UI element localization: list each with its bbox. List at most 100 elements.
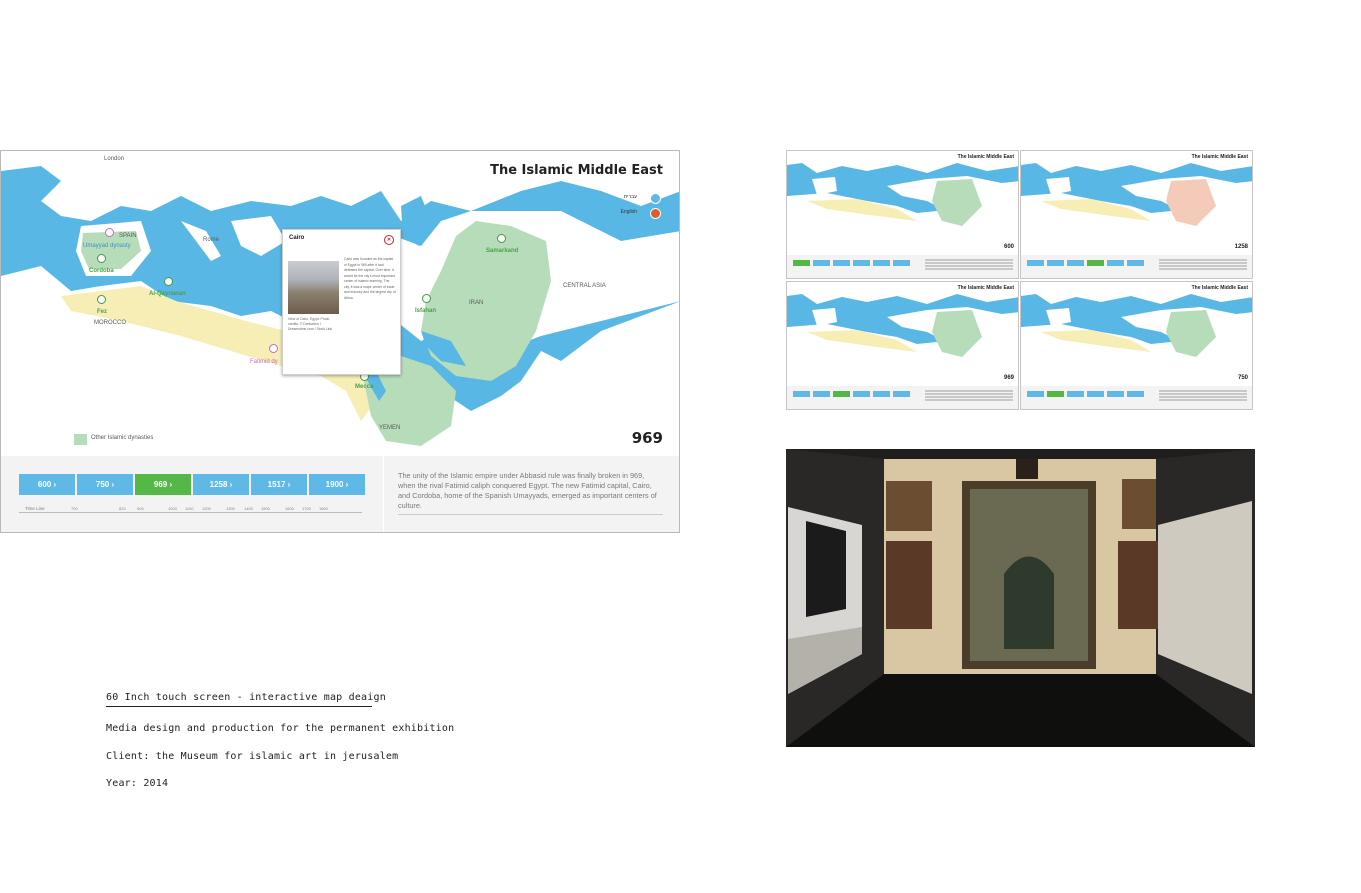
thumbnail-description-line [925, 399, 1013, 401]
thumbnail-description-line [925, 390, 1013, 392]
thumbnail-year-button [1027, 260, 1044, 266]
year-button-969[interactable]: 969 › [135, 474, 191, 495]
thumbnail-description-line [1159, 259, 1247, 261]
thumbnail-description-line [1159, 390, 1247, 392]
thumbnail-description-line [1159, 262, 1247, 264]
panel-divider [383, 456, 384, 532]
timeline-tick: 1200 [202, 506, 211, 511]
thumbnail-year-button [1047, 260, 1064, 266]
pin-fatimid-icon[interactable] [269, 344, 278, 353]
label-cordoba: Cordoba [89, 268, 114, 274]
thumbnail-year-button [1107, 260, 1124, 266]
thumbnail-title: The Islamic Middle East [957, 154, 1014, 160]
year-button-600[interactable]: 600 › [19, 474, 75, 495]
map-thumbnail[interactable]: The Islamic Middle East 750 [1020, 281, 1253, 410]
timeline-tick: 1700 [302, 506, 311, 511]
label-central-asia: CENTRAL ASIA [563, 283, 606, 289]
pin-umayyad-icon[interactable] [105, 228, 114, 237]
thumbnail-description-line [1159, 265, 1247, 267]
legend-item-english[interactable]: English [621, 209, 637, 215]
legend-other-dynasties: Other Islamic dynasties [91, 435, 154, 441]
caption-heading: 60 Inch touch screen - interactive map d… [106, 692, 386, 703]
label-umayyad: Umayyad dynasty [83, 243, 131, 249]
thumbnail-year-button [1127, 260, 1144, 266]
label-al-qayrawan: Al-Qayrawan [149, 291, 186, 297]
timeline-tick: 820 [119, 506, 126, 511]
thumbnail-description-line [925, 259, 1013, 261]
timeline-tick: 1600 [285, 506, 294, 511]
year-button-1258[interactable]: 1258 › [193, 474, 249, 495]
thumbnail-timeline [787, 386, 1018, 409]
close-icon[interactable]: ✕ [384, 235, 394, 245]
map-thumbnail[interactable]: The Islamic Middle East 969 [786, 281, 1019, 410]
thumbnail-year-button [833, 260, 850, 266]
thumbnail-description-line [925, 396, 1013, 398]
map-canvas[interactable]: The Islamic Middle East עברית English Lo… [1, 151, 679, 456]
map-thumbnail[interactable]: The Islamic Middle East 600 [786, 150, 1019, 279]
thumbnail-description-line [925, 265, 1013, 267]
thumbnail-description-line [925, 393, 1013, 395]
thumbnail-year-button [1067, 391, 1084, 397]
label-iran: IRAN [469, 300, 484, 306]
thumbnail-year-button [873, 260, 890, 266]
thumbnail-year-button [793, 391, 810, 397]
thumbnail-timeline [1021, 255, 1252, 278]
thumbnail-title: The Islamic Middle East [957, 285, 1014, 291]
thumbnail-map: The Islamic Middle East 1258 [1021, 151, 1252, 255]
timeline-tick: 1500 [261, 506, 270, 511]
legend-item-hebrew[interactable]: עברית [624, 194, 637, 200]
thumbnail-year-button [893, 260, 910, 266]
map-thumbnail[interactable]: The Islamic Middle East 1258 [1020, 150, 1253, 279]
thumbnail-year: 750 [1237, 375, 1248, 381]
thumbnail-year: 600 [1003, 244, 1014, 250]
label-fez: Fez [97, 309, 108, 315]
thumbnail-year-button [873, 391, 890, 397]
exhibition-photo [786, 449, 1255, 747]
label-rome: Rome [203, 237, 220, 243]
thumbnail-year: 969 [1003, 375, 1014, 381]
thumbnail-description-line [1159, 393, 1247, 395]
label-samarkand: Samarkand [486, 248, 519, 254]
thumbnail-year-button [853, 391, 870, 397]
year-button-750[interactable]: 750 › [77, 474, 133, 495]
timeline-label: Time Line [25, 506, 45, 511]
label-london: London [104, 156, 125, 162]
timeline-tick: 1100 [185, 506, 194, 511]
caption-underline [106, 706, 372, 707]
thumbnail-timeline [787, 255, 1018, 278]
thumbnail-description-line [1159, 268, 1247, 270]
thumbnail-map: The Islamic Middle East 600 [787, 151, 1018, 255]
caption-line-1: Media design and production for the perm… [106, 723, 455, 734]
label-isfahan: Isfahan [415, 308, 437, 314]
thumbnail-timeline [1021, 386, 1252, 409]
pin-al-qayrawan-icon[interactable] [164, 277, 173, 286]
thumbnail-year-button [793, 260, 810, 266]
map-title: The Islamic Middle East [490, 163, 663, 178]
year-button-1517[interactable]: 1517 › [251, 474, 307, 495]
thumbnail-title: The Islamic Middle East [1191, 285, 1248, 291]
year-button-1900[interactable]: 1900 › [309, 474, 365, 495]
popup-text: Cairo was founded as the capital of Egyp… [344, 257, 396, 300]
popup-photo [288, 261, 339, 314]
pin-isfahan-icon[interactable] [422, 294, 431, 303]
timeline-tick: 1400 [244, 506, 253, 511]
pin-fez-icon[interactable] [97, 295, 106, 304]
thumbnail-year-button [1067, 260, 1084, 266]
pin-samarkand-icon[interactable] [497, 234, 506, 243]
thumbnail-map: The Islamic Middle East 969 [787, 282, 1018, 386]
current-year: 969 [631, 429, 663, 447]
description-underline [398, 514, 663, 515]
thumbnail-year-button [853, 260, 870, 266]
main-map-screen: The Islamic Middle East עברית English Lo… [0, 150, 680, 533]
timeline-tick: 900 [137, 506, 144, 511]
timeline-tick: 700 [71, 506, 78, 511]
thumbnail-year-button [813, 391, 830, 397]
language-hebrew-icon[interactable] [650, 193, 661, 204]
thumbnail-year-button [893, 391, 910, 397]
thumbnail-year-button [813, 260, 830, 266]
language-english-icon[interactable] [650, 208, 661, 219]
pin-cordoba-icon[interactable] [97, 254, 106, 263]
timeline-line[interactable] [19, 512, 362, 513]
thumbnail-year-button [1107, 391, 1124, 397]
caption-line-2: Client: the Museum for islamic art in je… [106, 751, 399, 762]
